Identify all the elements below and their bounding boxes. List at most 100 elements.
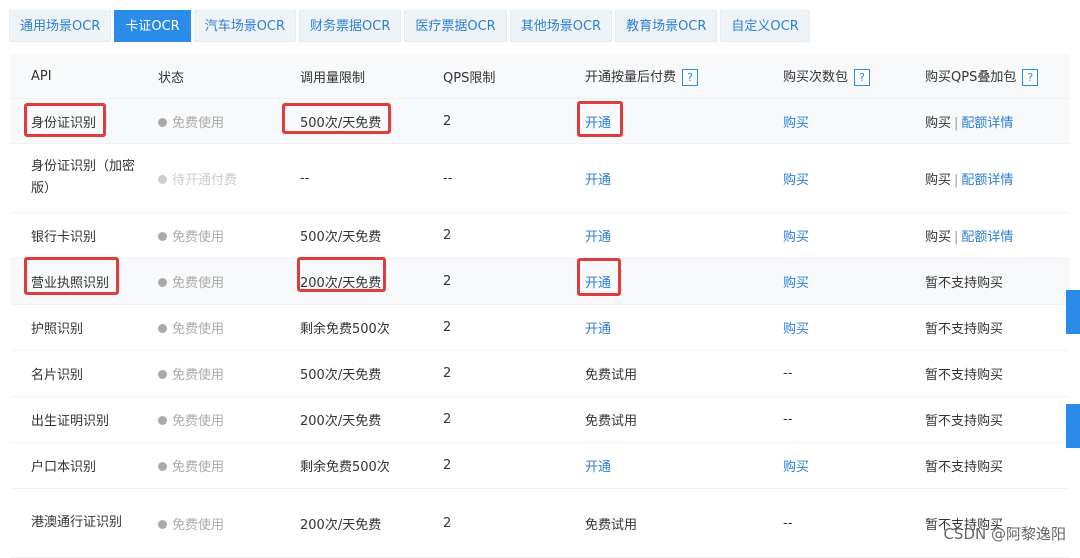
- buy-pack-link[interactable]: 购买: [762, 169, 904, 188]
- buy-qps-link[interactable]: 购买: [925, 173, 951, 188]
- table-row: 护照识别 免费使用 剩余免费500次 2 开通 购买 暂不支持购买: [10, 305, 1070, 351]
- call-limit: 剩余免费500次: [300, 322, 390, 337]
- qps-limit: 2: [443, 412, 452, 427]
- quota-detail-link[interactable]: 配额详情: [961, 116, 1013, 131]
- qps-pack-cell: 购买 | 配额详情: [904, 112, 1070, 131]
- postpay-link[interactable]: 开通: [564, 169, 762, 188]
- status-text: 免费使用: [172, 230, 225, 245]
- call-limit: 500次/天免费: [300, 230, 382, 245]
- buy-pack-link[interactable]: 购买: [762, 112, 904, 131]
- status-cell: 免费使用: [137, 364, 279, 383]
- table-row: 银行卡识别 免费使用 500次/天免费 2 开通 购买 购买 | 配额详情: [10, 213, 1070, 259]
- qps-pack-text: 暂不支持购买: [925, 460, 1004, 475]
- highlight-box: [24, 103, 106, 137]
- table-row: 营业执照识别 免费使用 200次/天免费 2 开通 购买 暂不支持购买: [10, 259, 1070, 305]
- quota-detail-link[interactable]: 配额详情: [961, 230, 1013, 245]
- status-cell: 免费使用: [137, 318, 279, 337]
- call-limit: 剩余免费500次: [300, 460, 390, 475]
- status-text: 免费使用: [172, 276, 225, 291]
- postpay-link[interactable]: 开通: [564, 456, 762, 475]
- column-header-call-limit: 调用量限制: [300, 70, 366, 86]
- help-icon[interactable]: ?: [854, 69, 871, 86]
- column-header-postpay-label: 开通按量后付费: [585, 70, 677, 85]
- table-header: API 状态 调用量限制 QPS限制 开通按量后付费? 购买次数包? 购买QPS…: [10, 54, 1070, 99]
- tab-card-ocr[interactable]: 卡证OCR: [114, 10, 191, 42]
- floating-side-button[interactable]: [1066, 290, 1080, 334]
- status-cell: 免费使用: [137, 226, 279, 245]
- column-header-qps-pack: 购买QPS叠加包?: [904, 66, 1070, 86]
- status-dot-icon: [158, 278, 167, 287]
- status-dot-icon: [158, 324, 167, 333]
- qps-limit: --: [443, 170, 453, 186]
- qps-limit: 2: [443, 366, 452, 381]
- postpay-text: 免费试用: [585, 414, 638, 429]
- call-limit: 200次/天免费: [300, 517, 382, 533]
- status-text: 免费使用: [172, 322, 225, 337]
- tab-finance-ocr[interactable]: 财务票据OCR: [299, 10, 402, 42]
- buy-pack-link[interactable]: 购买: [762, 272, 904, 291]
- qps-pack-text: 暂不支持购买: [925, 414, 1004, 429]
- table-row: 身份证识别（加密版） 待开通付费 -- -- 开通 购买 购买 | 配额详情: [10, 144, 1070, 213]
- table-row: 名片识别 免费使用 500次/天免费 2 免费试用 -- 暂不支持购买: [10, 351, 1070, 397]
- status-dot-icon: [158, 232, 167, 241]
- tab-custom-ocr[interactable]: 自定义OCR: [720, 10, 810, 42]
- tab-medical-ocr[interactable]: 医疗票据OCR: [404, 10, 507, 42]
- qps-pack-text: 暂不支持购买: [925, 276, 1004, 291]
- status-dot-icon: [158, 462, 167, 471]
- tab-vehicle-ocr[interactable]: 汽车场景OCR: [193, 10, 297, 42]
- status-text: 免费使用: [172, 460, 225, 475]
- quota-detail-link[interactable]: 配额详情: [961, 173, 1013, 188]
- qps-limit: 2: [443, 458, 452, 473]
- buy-pack-link[interactable]: 购买: [762, 456, 904, 475]
- qps-pack-text: 暂不支持购买: [925, 322, 1004, 337]
- divider: |: [954, 230, 959, 245]
- postpay-text: 免费试用: [585, 517, 638, 533]
- api-name: 银行卡识别: [31, 230, 97, 245]
- status-cell: 待开通付费: [137, 169, 279, 188]
- highlight-box: [577, 101, 623, 137]
- qps-pack-cell: 购买 | 配额详情: [904, 226, 1070, 245]
- column-header-pack: 购买次数包?: [762, 66, 904, 86]
- tab-general-ocr[interactable]: 通用场景OCR: [9, 10, 112, 42]
- call-limit: 500次/天免费: [300, 368, 382, 383]
- highlight-box: [24, 257, 119, 295]
- tab-other-ocr[interactable]: 其他场景OCR: [509, 10, 613, 42]
- status-dot-icon: [158, 174, 167, 184]
- status-text: 免费使用: [172, 517, 225, 533]
- api-name: 户口本识别: [31, 460, 97, 475]
- call-limit: 200次/天免费: [300, 414, 382, 429]
- qps-limit: 2: [443, 274, 452, 289]
- buy-pack-link[interactable]: 购买: [762, 226, 904, 245]
- column-header-qps-limit: QPS限制: [443, 70, 496, 86]
- floating-side-button[interactable]: [1066, 404, 1080, 448]
- qps-limit: 2: [443, 228, 452, 243]
- buy-pack-text: --: [783, 412, 793, 427]
- table-row: 户口本识别 免费使用 剩余免费500次 2 开通 购买 暂不支持购买: [10, 443, 1070, 489]
- status-dot-icon: [158, 117, 167, 127]
- api-name: 港澳通行证识别: [31, 515, 123, 530]
- table-row: 身份证识别 免费使用 500次/天免费 2 开通 购买 购买 | 配额详情: [10, 99, 1070, 144]
- postpay-link[interactable]: 开通: [564, 226, 762, 245]
- status-cell: 免费使用: [137, 514, 279, 533]
- watermark: CSDN @阿黎逸阳: [943, 525, 1066, 543]
- api-name: 身份证识别（加密版）: [31, 159, 136, 196]
- column-header-qps-pack-label: 购买QPS叠加包: [925, 70, 1017, 85]
- column-header-api: API: [31, 68, 52, 84]
- qps-limit: 2: [443, 515, 452, 531]
- status-text: 免费使用: [172, 368, 225, 383]
- status-text: 待开通付费: [172, 172, 238, 188]
- tab-education-ocr[interactable]: 教育场景OCR: [615, 10, 718, 42]
- buy-qps-link[interactable]: 购买: [925, 230, 951, 245]
- buy-pack-text: --: [783, 515, 793, 531]
- buy-pack-link[interactable]: 购买: [762, 318, 904, 337]
- column-header-postpay: 开通按量后付费?: [564, 66, 762, 86]
- help-icon[interactable]: ?: [1022, 69, 1039, 86]
- qps-limit: 2: [443, 320, 452, 335]
- divider: |: [954, 172, 959, 188]
- divider: |: [954, 115, 959, 131]
- buy-qps-link[interactable]: 购买: [925, 116, 951, 131]
- postpay-link[interactable]: 开通: [564, 318, 762, 337]
- help-icon[interactable]: ?: [682, 69, 699, 86]
- qps-pack-cell: 购买 | 配额详情: [904, 169, 1070, 188]
- column-header-pack-label: 购买次数包: [783, 70, 849, 85]
